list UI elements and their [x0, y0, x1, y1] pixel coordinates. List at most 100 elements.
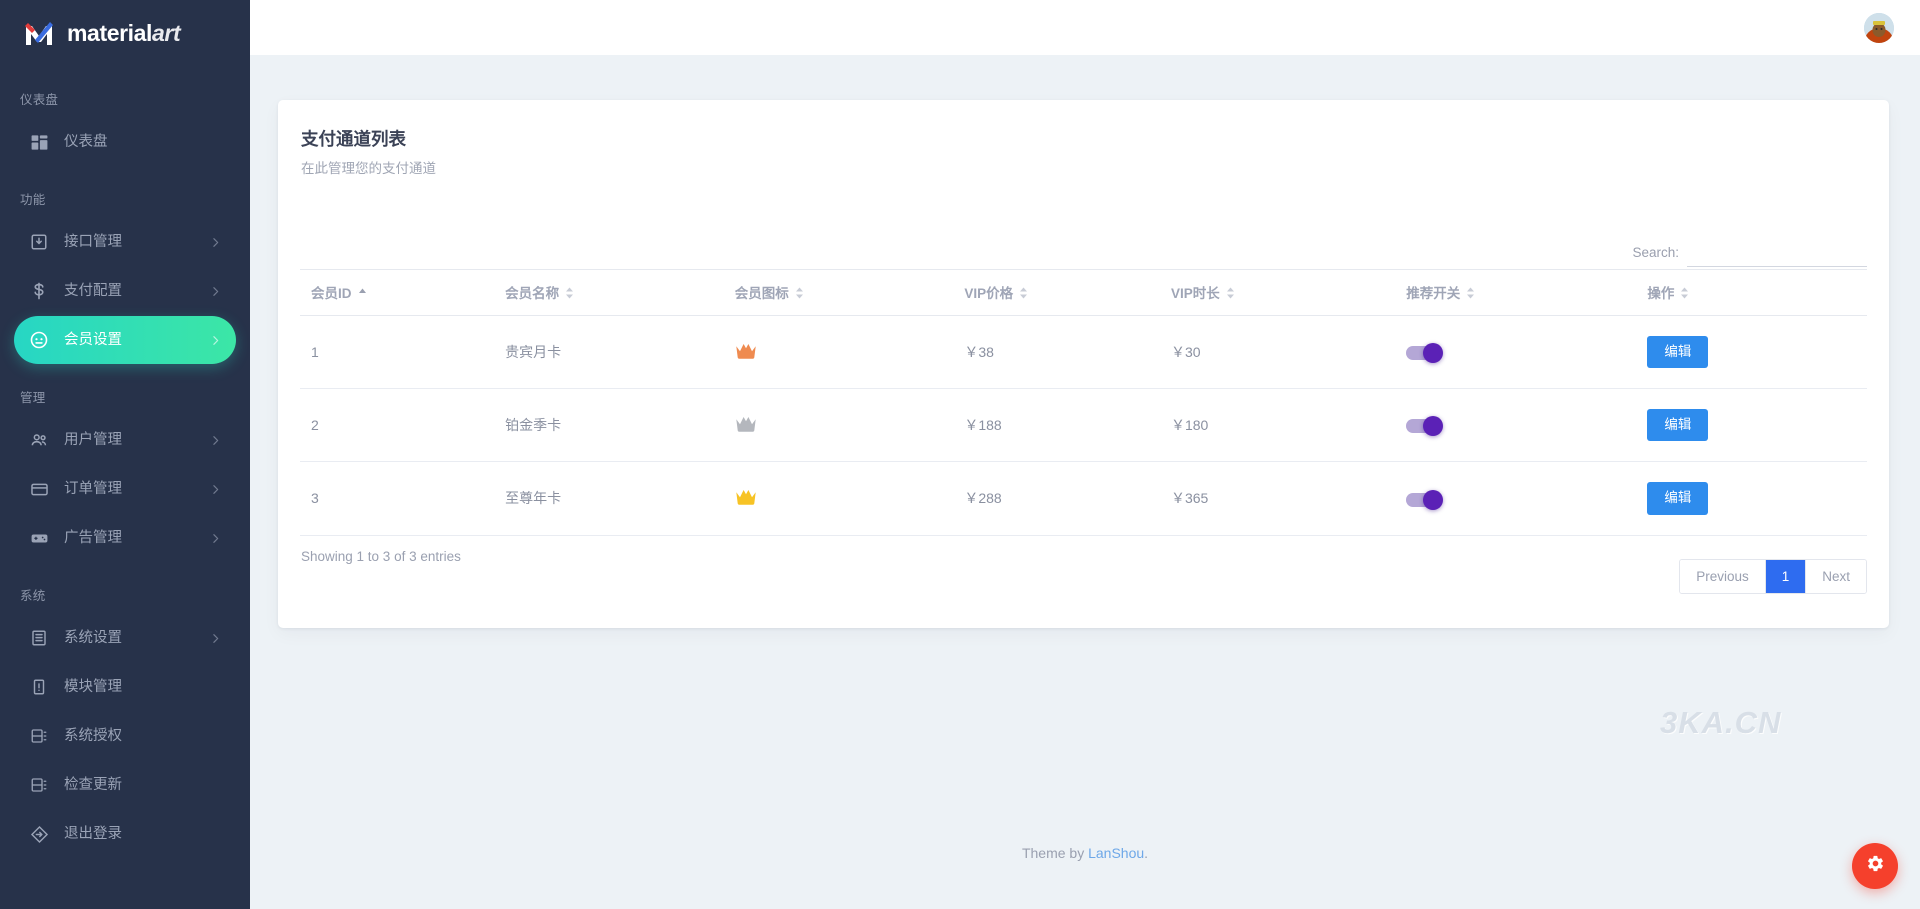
crown-icon [735, 488, 757, 506]
theme-credit-link[interactable]: LanShou [1088, 845, 1144, 861]
cell-member-name: 贵宾月卡 [495, 316, 725, 389]
sidebar-section-title: 仪表盘 [0, 67, 250, 117]
sidebar-item-label: 退出登录 [64, 827, 222, 842]
chevron-right-icon [209, 532, 222, 545]
settings-fab-button[interactable] [1852, 843, 1898, 889]
search-input[interactable] [1687, 237, 1867, 267]
recommend-toggle[interactable] [1406, 419, 1440, 433]
sidebar-item-0-1[interactable]: 接口管理 [14, 218, 236, 266]
table-header-cell-5[interactable]: 推荐开关 [1396, 270, 1637, 316]
chevron-right-icon [209, 236, 222, 249]
table-header-cell-4[interactable]: VIP时长 [1161, 270, 1396, 316]
cell-vip-price: ￥38 [954, 316, 1161, 389]
cell-actions: 编辑 [1637, 316, 1867, 389]
cell-member-id: 1 [300, 316, 495, 389]
chevron-right-icon [209, 285, 222, 298]
sidebar-item-1-1[interactable]: 支付配置 [14, 267, 236, 315]
recommend-toggle[interactable] [1406, 346, 1440, 360]
sidebar-item-label: 仪表盘 [64, 135, 222, 150]
theme-credit-suffix: . [1144, 845, 1148, 861]
table-toolbar: Search: [300, 177, 1867, 269]
table-header-cell-6[interactable]: 操作 [1637, 270, 1867, 316]
cell-actions: 编辑 [1637, 389, 1867, 462]
sidebar-item-label: 系统设置 [64, 631, 209, 646]
table-body: 1贵宾月卡￥38￥30编辑2铂金季卡￥188￥180编辑3至尊年卡￥288￥36… [300, 316, 1867, 536]
sidebar-item-0-0[interactable]: 仪表盘 [14, 118, 236, 166]
page-subtitle: 在此管理您的支付通道 [300, 157, 1867, 177]
sort-indicator-icon [565, 287, 574, 302]
recommend-toggle[interactable] [1406, 493, 1440, 507]
content-area: 支付通道列表 在此管理您的支付通道 Search: 会员ID会员名称会员图标VI… [250, 55, 1920, 909]
table-header-cell-1[interactable]: 会员名称 [495, 270, 725, 316]
sidebar: materialart 仪表盘仪表盘功能接口管理支付配置会员设置管理用户管理订单… [0, 0, 250, 909]
table-header-cell-2[interactable]: 会员图标 [725, 270, 955, 316]
pagination-previous[interactable]: Previous [1680, 560, 1766, 594]
toggle-knob [1423, 343, 1443, 363]
brand-name: materialart [67, 20, 180, 47]
sidebar-section-title: 系统 [0, 563, 250, 613]
api-download-icon [26, 231, 52, 253]
chevron-right-icon [209, 483, 222, 496]
cell-vip-price: ￥188 [954, 389, 1161, 462]
pagination: Previous 1 Next [1679, 559, 1867, 595]
crown-icon [735, 415, 757, 433]
sidebar-item-4-3[interactable]: 退出登录 [14, 810, 236, 858]
sidebar-item-label: 检查更新 [64, 778, 222, 793]
cell-vip-duration: ￥365 [1161, 462, 1396, 535]
cell-recommend-switch [1396, 316, 1637, 389]
chevron-right-icon [209, 334, 222, 347]
entries-info: Showing 1 to 3 of 3 entries [300, 549, 461, 564]
cell-member-id: 2 [300, 389, 495, 462]
sidebar-item-3-3[interactable]: 检查更新 [14, 761, 236, 809]
edit-button[interactable]: 编辑 [1647, 482, 1708, 514]
license-icon [26, 725, 52, 747]
cell-member-icon [725, 316, 955, 389]
sidebar-item-1-3[interactable]: 模块管理 [14, 663, 236, 711]
brand-logo[interactable]: materialart [0, 0, 250, 67]
main-area: 支付通道列表 在此管理您的支付通道 Search: 会员ID会员名称会员图标VI… [250, 0, 1920, 909]
dollar-icon [26, 280, 52, 302]
table-head: 会员ID会员名称会员图标 VIP价格 VIP时长推荐开关操作 [300, 270, 1867, 316]
crown-icon [735, 342, 757, 360]
sort-indicator-icon [1226, 287, 1235, 302]
sidebar-item-2-3[interactable]: 系统授权 [14, 712, 236, 760]
sidebar-item-label: 支付配置 [64, 284, 209, 299]
table-header-cell-0[interactable]: 会员ID [300, 270, 495, 316]
edit-button[interactable]: 编辑 [1647, 336, 1708, 368]
topbar [250, 0, 1920, 55]
sidebar-item-label: 用户管理 [64, 433, 209, 448]
members-table: 会员ID会员名称会员图标VIP价格VIP时长推荐开关操作 1贵宾月卡￥38￥30… [300, 269, 1867, 536]
sidebar-nav: 仪表盘仪表盘功能接口管理支付配置会员设置管理用户管理订单管理广告管理系统系统设置… [0, 67, 250, 858]
materialart-logo-icon [22, 17, 56, 51]
chevron-right-icon [209, 434, 222, 447]
credit-card-icon [26, 478, 52, 500]
table-header-label: VIP价格 [964, 286, 1013, 301]
user-avatar-icon[interactable] [1864, 13, 1894, 43]
sort-indicator-icon [358, 287, 367, 302]
table-header-cell-3[interactable]: VIP价格 [954, 270, 1161, 316]
table-row: 3至尊年卡￥288￥365编辑 [300, 462, 1867, 535]
pagination-next[interactable]: Next [1806, 560, 1866, 594]
cell-member-id: 3 [300, 462, 495, 535]
logout-icon [26, 823, 52, 845]
edit-button[interactable]: 编辑 [1647, 409, 1708, 441]
search-label: Search: [1632, 245, 1679, 260]
sort-indicator-icon [1019, 287, 1028, 302]
sidebar-item-0-2[interactable]: 用户管理 [14, 416, 236, 464]
update-check-icon [26, 774, 52, 796]
sidebar-item-2-1[interactable]: 会员设置 [14, 316, 236, 364]
pagination-page-1[interactable]: 1 [1766, 560, 1807, 594]
sidebar-item-0-3[interactable]: 系统设置 [14, 614, 236, 662]
chevron-right-icon [209, 632, 222, 645]
sidebar-item-2-2[interactable]: 广告管理 [14, 514, 236, 562]
app-root: materialart 仪表盘仪表盘功能接口管理支付配置会员设置管理用户管理订单… [0, 0, 1920, 909]
sidebar-item-label: 模块管理 [64, 680, 222, 695]
sidebar-item-1-2[interactable]: 订单管理 [14, 465, 236, 513]
brand-suffix: art [152, 20, 180, 46]
payment-channel-card: 支付通道列表 在此管理您的支付通道 Search: 会员ID会员名称会员图标VI… [278, 100, 1889, 628]
sidebar-item-label: 广告管理 [64, 531, 209, 546]
gamepad-icon [26, 527, 52, 549]
sort-indicator-icon [1680, 287, 1689, 302]
dashboard-icon [26, 131, 52, 153]
member-face-icon [26, 329, 52, 351]
